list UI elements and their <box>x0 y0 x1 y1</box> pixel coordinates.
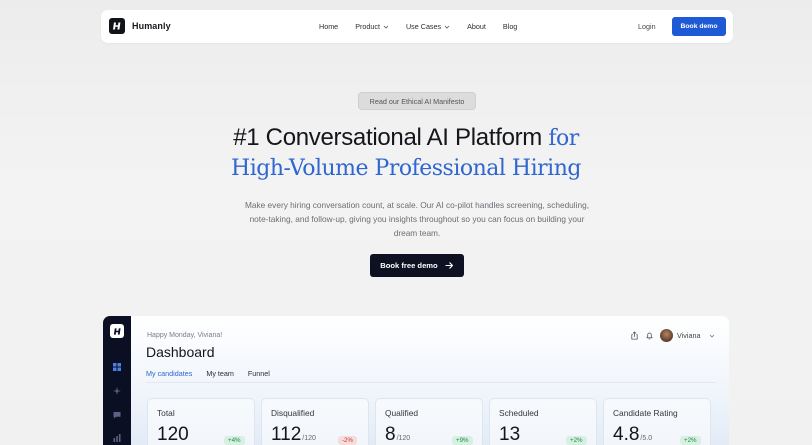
sparkle-icon[interactable] <box>112 386 122 396</box>
nav-links: Home Product Use Cases About Blog <box>319 10 534 43</box>
humanly-logo-icon <box>109 18 125 34</box>
stat-value: 112/120 <box>271 424 316 445</box>
nav-link-label: Blog <box>502 22 518 31</box>
chat-bubble-icon[interactable] <box>112 410 122 420</box>
tabs-divider <box>146 382 716 383</box>
stat-value: 4.8/5.0 <box>613 424 653 445</box>
nav-link-product[interactable]: Product <box>355 22 389 31</box>
book-demo-button[interactable]: Book demo <box>672 17 726 36</box>
trend-badge: +2% <box>680 436 701 445</box>
nav-link-label: Home <box>319 22 339 31</box>
cta-label: Book free demo <box>380 261 438 270</box>
stat-label: Candidate Rating <box>613 408 678 418</box>
manifesto-pill-link[interactable]: Read our Ethical AI Manifesto <box>358 92 476 110</box>
dashboard-tabs: My candidates My team Funnel <box>146 369 284 383</box>
trend-badge: -2% <box>338 436 358 445</box>
hero-title-part1: #1 Conversational AI Platform <box>233 124 542 151</box>
user-name[interactable]: Viviana <box>677 331 700 340</box>
hero-title: #1 Conversational AI Platform for High-V… <box>0 123 812 184</box>
nav-link-label: Use Cases <box>405 22 442 31</box>
chevron-down-icon <box>444 25 450 29</box>
nav-link-about[interactable]: About <box>467 22 486 31</box>
humanly-logo-icon <box>110 324 124 338</box>
stat-label: Qualified <box>385 408 419 418</box>
hero-subtitle: Make every hiring conversation count, at… <box>244 200 590 238</box>
trend-badge: +2% <box>566 436 587 445</box>
nav-link-home[interactable]: Home <box>319 22 338 31</box>
stat-card-qualified[interactable]: Qualified 8/120 +9% <box>375 398 483 445</box>
share-icon[interactable] <box>630 331 639 340</box>
login-link[interactable]: Login <box>638 22 656 31</box>
stat-value: 8/120 <box>385 424 411 445</box>
stat-card-candidate-rating[interactable]: Candidate Rating 4.8/5.0 +2% <box>603 398 711 445</box>
book-free-demo-button[interactable]: Book free demo <box>370 254 464 277</box>
bell-icon[interactable] <box>645 331 654 340</box>
nav-link-label: About <box>467 22 486 31</box>
dashboard-sidebar <box>103 316 131 445</box>
trend-badge: +4% <box>224 436 245 445</box>
stat-label: Disqualified <box>271 408 315 418</box>
dashboard-preview: Happy Monday, Viviana! Dashboard Viviana… <box>103 316 729 445</box>
nav-link-label: Product <box>355 22 380 31</box>
tab-my-candidates[interactable]: My candidates <box>146 369 193 383</box>
stat-label: Scheduled <box>499 408 539 418</box>
top-navbar: Humanly Home Product Use Cases About Blo… <box>101 10 733 43</box>
trend-badge: +9% <box>452 436 473 445</box>
nav-link-blog[interactable]: Blog <box>503 22 517 31</box>
dashboard-title: Dashboard <box>146 344 215 360</box>
user-toolbar: Viviana <box>630 329 715 342</box>
chevron-down-icon <box>383 25 389 29</box>
stat-value: 13 <box>499 424 521 445</box>
stat-card-scheduled[interactable]: Scheduled 13 +2% <box>489 398 597 445</box>
hero-title-part2: for <box>548 126 579 151</box>
avatar[interactable] <box>660 329 673 342</box>
chevron-down-icon[interactable] <box>709 333 715 339</box>
brand-logo[interactable]: Humanly <box>109 18 171 34</box>
stat-card-disqualified[interactable]: Disqualified 112/120 -2% <box>261 398 369 445</box>
hero-title-line2: High-Volume Professional Hiring <box>231 156 581 181</box>
stat-value: 120 <box>157 424 189 445</box>
greeting-text: Happy Monday, Viviana! <box>147 332 223 339</box>
brand-name: Humanly <box>132 21 171 31</box>
dashboard-grid-icon[interactable] <box>112 362 122 372</box>
arrow-right-icon <box>445 262 453 269</box>
tab-funnel[interactable]: Funnel <box>248 369 270 383</box>
tab-my-team[interactable]: My team <box>206 369 234 383</box>
stat-label: Total <box>157 408 175 418</box>
stat-card-total[interactable]: Total 120 +4% <box>147 398 255 445</box>
bar-chart-icon[interactable] <box>112 433 122 443</box>
nav-link-use-cases[interactable]: Use Cases <box>406 22 450 31</box>
